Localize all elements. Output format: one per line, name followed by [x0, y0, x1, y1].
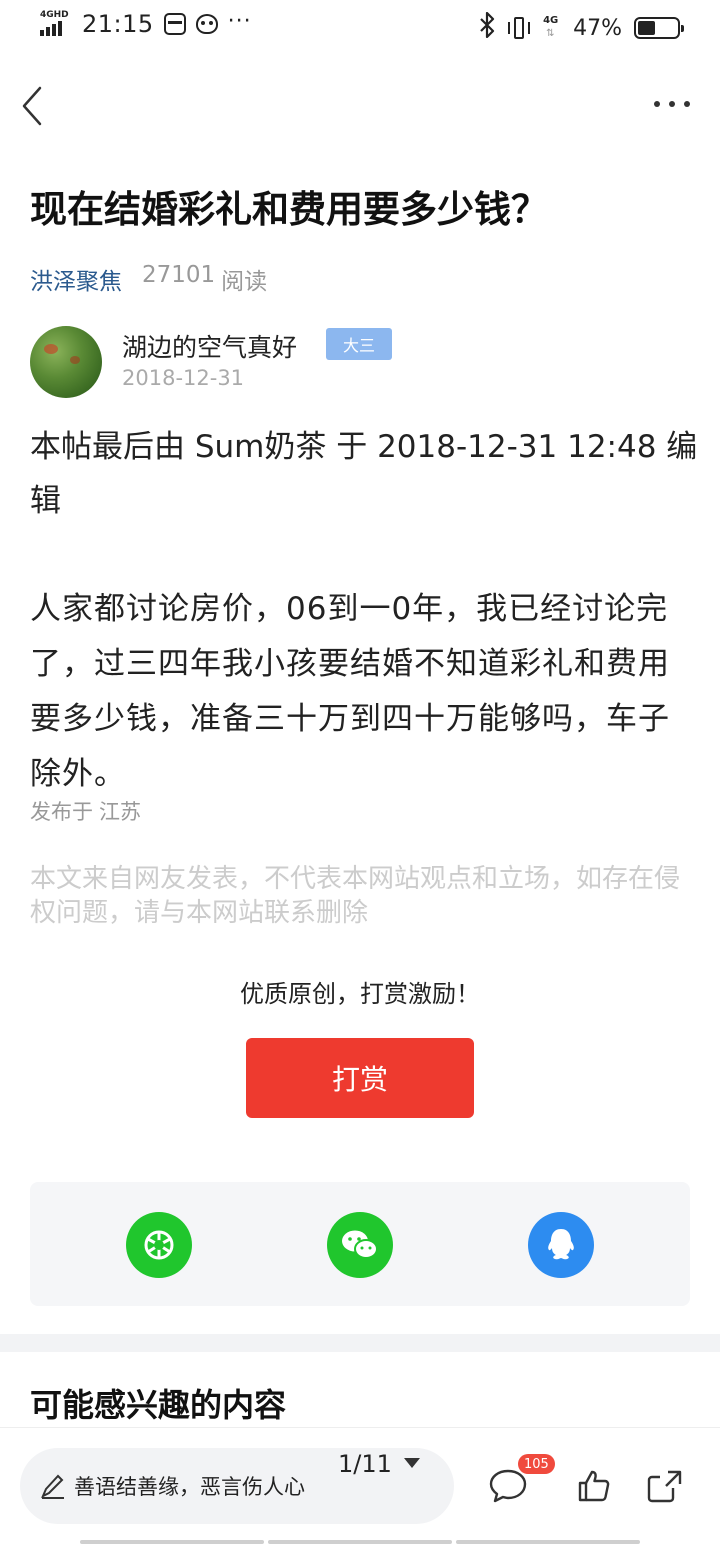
like-icon[interactable]	[576, 1468, 612, 1504]
bluetooth-icon	[479, 11, 495, 44]
author-name[interactable]: 湖边的空气真好	[122, 328, 297, 364]
read-count-label: 阅读	[221, 269, 268, 295]
read-count-value: 27101	[142, 262, 216, 288]
status-bar: 4GHD 21:15 ··· 4G ⇅ 47%	[0, 0, 720, 56]
signal-icon: 4GHD	[40, 10, 72, 38]
share-panel	[30, 1182, 690, 1306]
level-badge: 大三	[326, 328, 392, 360]
avatar[interactable]	[30, 326, 102, 398]
back-icon[interactable]	[20, 86, 56, 126]
post-location: 发布于 江苏	[30, 796, 141, 826]
net-type-label: 4G	[543, 15, 559, 26]
reward-button[interactable]: 打赏	[246, 1038, 474, 1118]
pencil-icon	[40, 1473, 66, 1499]
home-indicator	[80, 1540, 640, 1544]
bottom-toolbar: 善语结善缘，恶言伤人心 1/11 105	[0, 1427, 720, 1544]
page-counter[interactable]: 1/11	[338, 1450, 392, 1478]
wechat-icon[interactable]	[327, 1212, 393, 1278]
sim-card-icon	[163, 13, 186, 35]
post-date: 2018-12-31	[122, 366, 245, 390]
article-title: 现在结婚彩礼和费用要多少钱？	[30, 188, 548, 231]
post-body: 人家都讨论房价，06到一0年，我已经讨论完了，过三四年我小孩要结婚不知道彩礼和费…	[30, 591, 670, 792]
location-prefix: 发布于	[30, 800, 93, 824]
vibrate-icon	[507, 15, 531, 41]
more-notifications-icon: ···	[227, 8, 252, 34]
moments-icon[interactable]	[126, 1212, 192, 1278]
nav-bar	[0, 70, 720, 140]
forum-link[interactable]: 洪泽聚焦	[30, 262, 122, 296]
comment-count-badge: 105	[518, 1454, 555, 1474]
more-options-icon[interactable]	[654, 90, 690, 118]
reward-caption: 优质原创，打赏激励！	[240, 980, 480, 1008]
disclaimer: 本文来自网友发表，不代表本网站观点和立场，如存在侵权问题，请与本网站联系删除	[30, 864, 681, 928]
status-time: 21:15	[82, 10, 154, 38]
author-row: 湖边的空气真好 大三 2018-12-31	[30, 326, 690, 402]
share-icon[interactable]	[646, 1468, 684, 1504]
app-notification-icon	[195, 14, 218, 34]
read-count: 27101 阅读	[142, 262, 267, 296]
edit-note: 本帖最后由 Sum奶茶 于 2018-12-31 12:48 编辑	[30, 429, 698, 519]
related-title: 可能感兴趣的内容	[30, 1386, 287, 1424]
battery-icon	[634, 17, 684, 39]
section-divider	[0, 1334, 720, 1352]
qq-icon[interactable]	[528, 1212, 594, 1278]
comment-placeholder: 善语结善缘，恶言伤人心	[74, 1475, 305, 1499]
article-meta: 洪泽聚焦 27101 阅读	[30, 262, 267, 296]
data-network-icon: 4G ⇅	[543, 15, 559, 39]
battery-percent: 47%	[573, 15, 622, 41]
location-value: 江苏	[99, 800, 141, 824]
page-dropdown-icon[interactable]	[404, 1458, 420, 1468]
comment-icon[interactable]	[488, 1468, 528, 1504]
network-label: 4GHD	[40, 10, 69, 20]
